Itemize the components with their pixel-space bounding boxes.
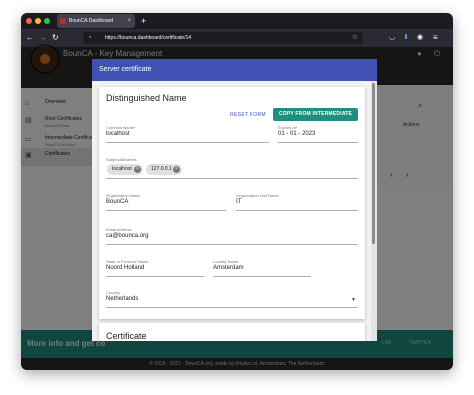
field-value: ca@bounca.org (106, 233, 149, 239)
field-label: State or Province Name (106, 259, 149, 264)
common-name-field[interactable]: Common Name* localhost (106, 125, 269, 143)
forward-icon[interactable]: → (39, 32, 47, 44)
field-value: 01 - 01 - 2023 (278, 131, 316, 137)
menu-icon[interactable]: ≡ (433, 32, 438, 44)
organization-name-field[interactable]: Organization Name BounCA (106, 193, 226, 211)
field-value: BounCA (106, 199, 129, 205)
organization-unit-field[interactable]: Organization Unit Name IT (236, 193, 358, 211)
pocket-icon[interactable]: ◡ (389, 32, 395, 44)
certificate-card: Certificate (99, 323, 365, 341)
window-minimize-dot[interactable] (35, 18, 41, 24)
field-value: Noord Holland (106, 265, 145, 271)
chip-remove-icon[interactable]: × (173, 166, 180, 173)
field-label: Expires at* (278, 125, 298, 130)
url-text: https://bounca.dashboard/certificate/14 (105, 35, 192, 41)
tab-title: BounCA Dashboard (69, 18, 114, 24)
distinguished-name-card: Distinguished Name RESET FORM COPY FROM … (99, 87, 365, 319)
dialog-scrollbar[interactable] (371, 81, 377, 341)
back-icon[interactable]: ← (26, 32, 34, 44)
field-value: Amsterdam (213, 265, 244, 271)
favicon-icon (60, 18, 66, 24)
san-chip[interactable]: 127.0.0.1 × (146, 164, 182, 175)
dropdown-arrow-icon: ▼ (351, 297, 356, 303)
chip-label: 127.0.0.1 (151, 166, 172, 172)
field-label: Organization Name (106, 193, 141, 198)
locality-field[interactable]: Locality Name Amsterdam (213, 259, 311, 277)
email-field[interactable]: Email Address ca@bounca.org (106, 227, 358, 245)
window-close-dot[interactable] (26, 18, 32, 24)
browser-nav-bar: ← → ↻ ◔ https://bounca.dashboard/certifi… (21, 29, 453, 47)
tab-close-icon[interactable]: × (127, 14, 131, 28)
dialog-title: Server certificate (92, 59, 377, 81)
country-select[interactable]: Country Netherlands ▼ (106, 290, 358, 308)
url-bar[interactable]: ◔ https://bounca.dashboard/certificate/1… (83, 32, 363, 44)
section-title: Distinguished Name (106, 93, 187, 103)
section-title: Certificate (106, 331, 147, 341)
new-tab-button[interactable]: + (141, 14, 146, 28)
chip-label: localhost (112, 166, 132, 172)
browser-window: BounCA Dashboard × + ← → ↻ ◔ https://bou… (21, 13, 453, 370)
field-value: Netherlands (106, 296, 139, 302)
shield-icon: ◔ (88, 35, 92, 41)
field-label: Country (106, 290, 121, 295)
field-label: SubjectAltNames (106, 157, 137, 162)
download-icon[interactable]: ⬇ (403, 32, 409, 44)
field-value: IT (236, 199, 242, 205)
chip-remove-icon[interactable]: × (134, 166, 141, 173)
field-label: Locality Name (213, 259, 239, 264)
browser-tab[interactable]: BounCA Dashboard × (57, 14, 135, 28)
field-label: Organization Unit Name (236, 193, 279, 198)
server-certificate-dialog: Server certificate Distinguished Name RE… (92, 59, 377, 341)
san-chip[interactable]: localhost × (107, 164, 143, 175)
field-label: Common Name* (106, 125, 136, 130)
state-field[interactable]: State or Province Name Noord Holland (106, 259, 204, 277)
expires-at-field[interactable]: Expires at* 01 - 01 - 2023 (278, 125, 358, 143)
subject-alt-names-field[interactable]: SubjectAltNames localhost × 127.0.0.1 × (106, 157, 358, 179)
account-icon[interactable]: ◉ (417, 32, 423, 44)
reset-form-button[interactable]: RESET FORM (227, 109, 269, 121)
browser-tab-bar: BounCA Dashboard × + (21, 13, 453, 29)
field-value: localhost (106, 131, 130, 137)
scrollbar-thumb[interactable] (372, 83, 375, 244)
bookmark-star-icon[interactable]: ☆ (352, 32, 358, 44)
field-label: Email Address (106, 227, 132, 232)
reload-icon[interactable]: ↻ (52, 32, 59, 44)
copy-from-intermediate-button[interactable]: COPY FROM INTERMEDIATE (273, 108, 358, 121)
window-zoom-dot[interactable] (44, 18, 50, 24)
dialog-body: Distinguished Name RESET FORM COPY FROM … (92, 81, 377, 341)
